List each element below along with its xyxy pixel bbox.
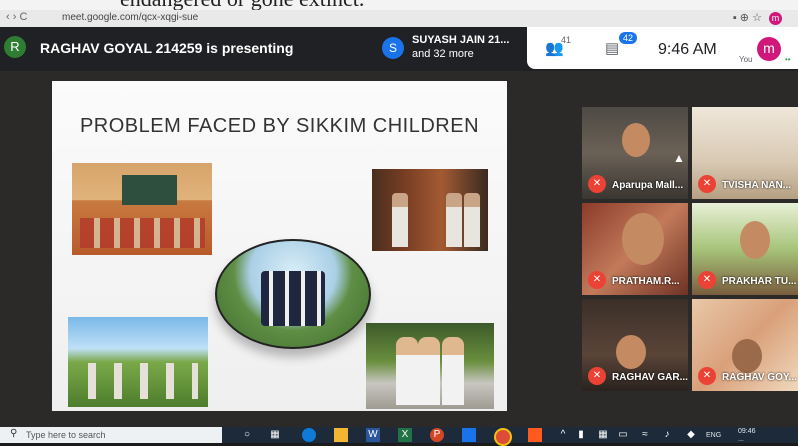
participant-tile-name: TVISHA NAN... [722,180,792,191]
powerpoint-icon[interactable]: P [430,428,444,442]
tray-app-icon[interactable]: ▦ [596,428,610,442]
chat-badge: 42 [619,32,638,44]
tray-app-icon[interactable]: ▮ [574,428,588,442]
search-icon: ⚲ [10,428,18,439]
taskbar-date: ... [738,436,744,443]
browser-toolbar: ‹ › C meet.google.com/qcx-xqgi-sue ▪ ⊕ ☆… [0,10,798,28]
browser-extension-icons[interactable]: ▪ ⊕ ☆ [733,12,762,24]
classroom-photo [72,163,212,255]
excel-icon[interactable]: X [398,428,412,442]
mic-off-icon: ✕ [588,367,606,385]
mic-off-icon: ✕ [698,175,716,193]
wifi-icon[interactable]: ≈ [638,428,652,442]
mic-off-icon: ✕ [698,271,716,289]
meet-top-bar: R RAGHAV GOYAL 214259 is presenting S SU… [0,27,798,71]
store-icon[interactable] [462,428,476,442]
taskbar-time: 09:46 [738,428,756,435]
presentation-slide: PROBLEM FACED BY SIKKIM CHILDREN [52,81,507,411]
edge-icon[interactable] [302,428,316,442]
office-icon[interactable] [528,428,542,442]
speaking-indicator-icon: •• [785,55,791,64]
participant-face [732,339,762,373]
participant-face [740,221,770,259]
students-group [80,218,205,248]
child-figure [392,193,408,247]
volume-icon[interactable]: ♪ [660,428,674,442]
mic-off-icon: ✕ [588,175,606,193]
tray-chevron-icon[interactable]: ^ [556,428,570,442]
word-icon[interactable]: W [366,428,380,442]
you-label: You [739,55,753,64]
people-count: 41 [561,35,572,45]
search-placeholder: Type here to search [26,430,106,440]
children-doorway-photo [372,169,488,251]
child-figure [446,193,462,247]
slide-title: PROBLEM FACED BY SIKKIM CHILDREN [79,115,480,137]
participant-name[interactable]: SUYASH JAIN 21... [412,34,509,47]
document-text-strip: endangered or gone extinct. [0,0,798,10]
chrome-icon[interactable] [494,428,512,446]
participant-face [622,213,664,265]
child-figure [418,337,440,405]
browser-profile-avatar[interactable]: m [769,12,782,25]
child-figure [464,193,480,247]
participant-more-count[interactable]: and 32 more [412,48,474,61]
participant-tile-name: RAGHAV GOY... [722,372,797,383]
children-row [78,363,198,399]
children-hillside-oval-photo [215,239,371,349]
presentation-area: PROBLEM FACED BY SIKKIM CHILDREN ✕ Aparu… [0,71,798,427]
meeting-time: 9:46 AM [658,41,717,58]
presenting-label: RAGHAV GOYAL 214259 is presenting [40,40,294,56]
chat-icon[interactable]: ▤ [605,39,619,57]
file-explorer-icon[interactable] [334,428,348,442]
mic-off-icon: ✕ [588,271,606,289]
you-avatar[interactable]: m [757,37,781,61]
participant-face [622,123,650,157]
participant-tile[interactable]: ✕ RAGHAV GOY... [692,299,798,391]
participant-avatar[interactable]: S [382,37,404,59]
participant-tile[interactable]: ✕ PRATHAM.R... [582,203,688,295]
meet-controls-panel: 👥 41 ▤ 42 9:46 AM You m •• [527,27,798,69]
browser-action-icons[interactable]: ▪ ⊕ ☆ m [733,11,782,25]
participant-tile-name: Aparupa Mall... [612,180,684,191]
participant-tile[interactable]: ✕ RAGHAV GAR... [582,299,688,391]
participant-tile-name: RAGHAV GAR... [612,372,688,383]
document-text: endangered or gone extinct. [120,0,364,10]
task-view-icon[interactable]: ▦ [268,428,282,442]
address-bar[interactable]: meet.google.com/qcx-xqgi-sue [62,12,198,23]
cortana-icon[interactable]: ○ [240,428,254,442]
tea-garden-photo [68,317,208,407]
participant-tile[interactable]: ✕ PRAKHAR TU... [692,203,798,295]
tray-app-icon[interactable]: ◆ [684,428,698,442]
mouse-cursor-icon: ▲ [673,151,685,165]
presenter-avatar: R [4,36,26,58]
browser-nav-icons[interactable]: ‹ › C [6,11,27,23]
child-figure [396,337,418,405]
participant-tile-name: PRAKHAR TU... [722,276,797,287]
language-indicator[interactable]: ENG [706,432,721,439]
windows-taskbar: ⚲ Type here to search ○ ▦ W X P ^ ▮ ▦ ▭ … [0,427,798,446]
participant-tile-name: PRATHAM.R... [612,276,680,287]
battery-icon[interactable]: ▭ [616,428,630,442]
taskbar-clock[interactable]: 09:46 ... [738,428,756,444]
child-figure [442,337,464,405]
taskbar-search[interactable]: ⚲ Type here to search [0,427,222,443]
participant-face [616,335,646,369]
blackboard [122,175,177,205]
mic-off-icon: ✕ [698,367,716,385]
participant-tile[interactable]: ✕ TVISHA NAN... [692,107,798,199]
participant-tiles: ✕ Aparupa Mall... ✕ TVISHA NAN... ✕ PRAT… [582,107,798,407]
children-road-photo [366,323,494,409]
students-group [261,271,325,326]
